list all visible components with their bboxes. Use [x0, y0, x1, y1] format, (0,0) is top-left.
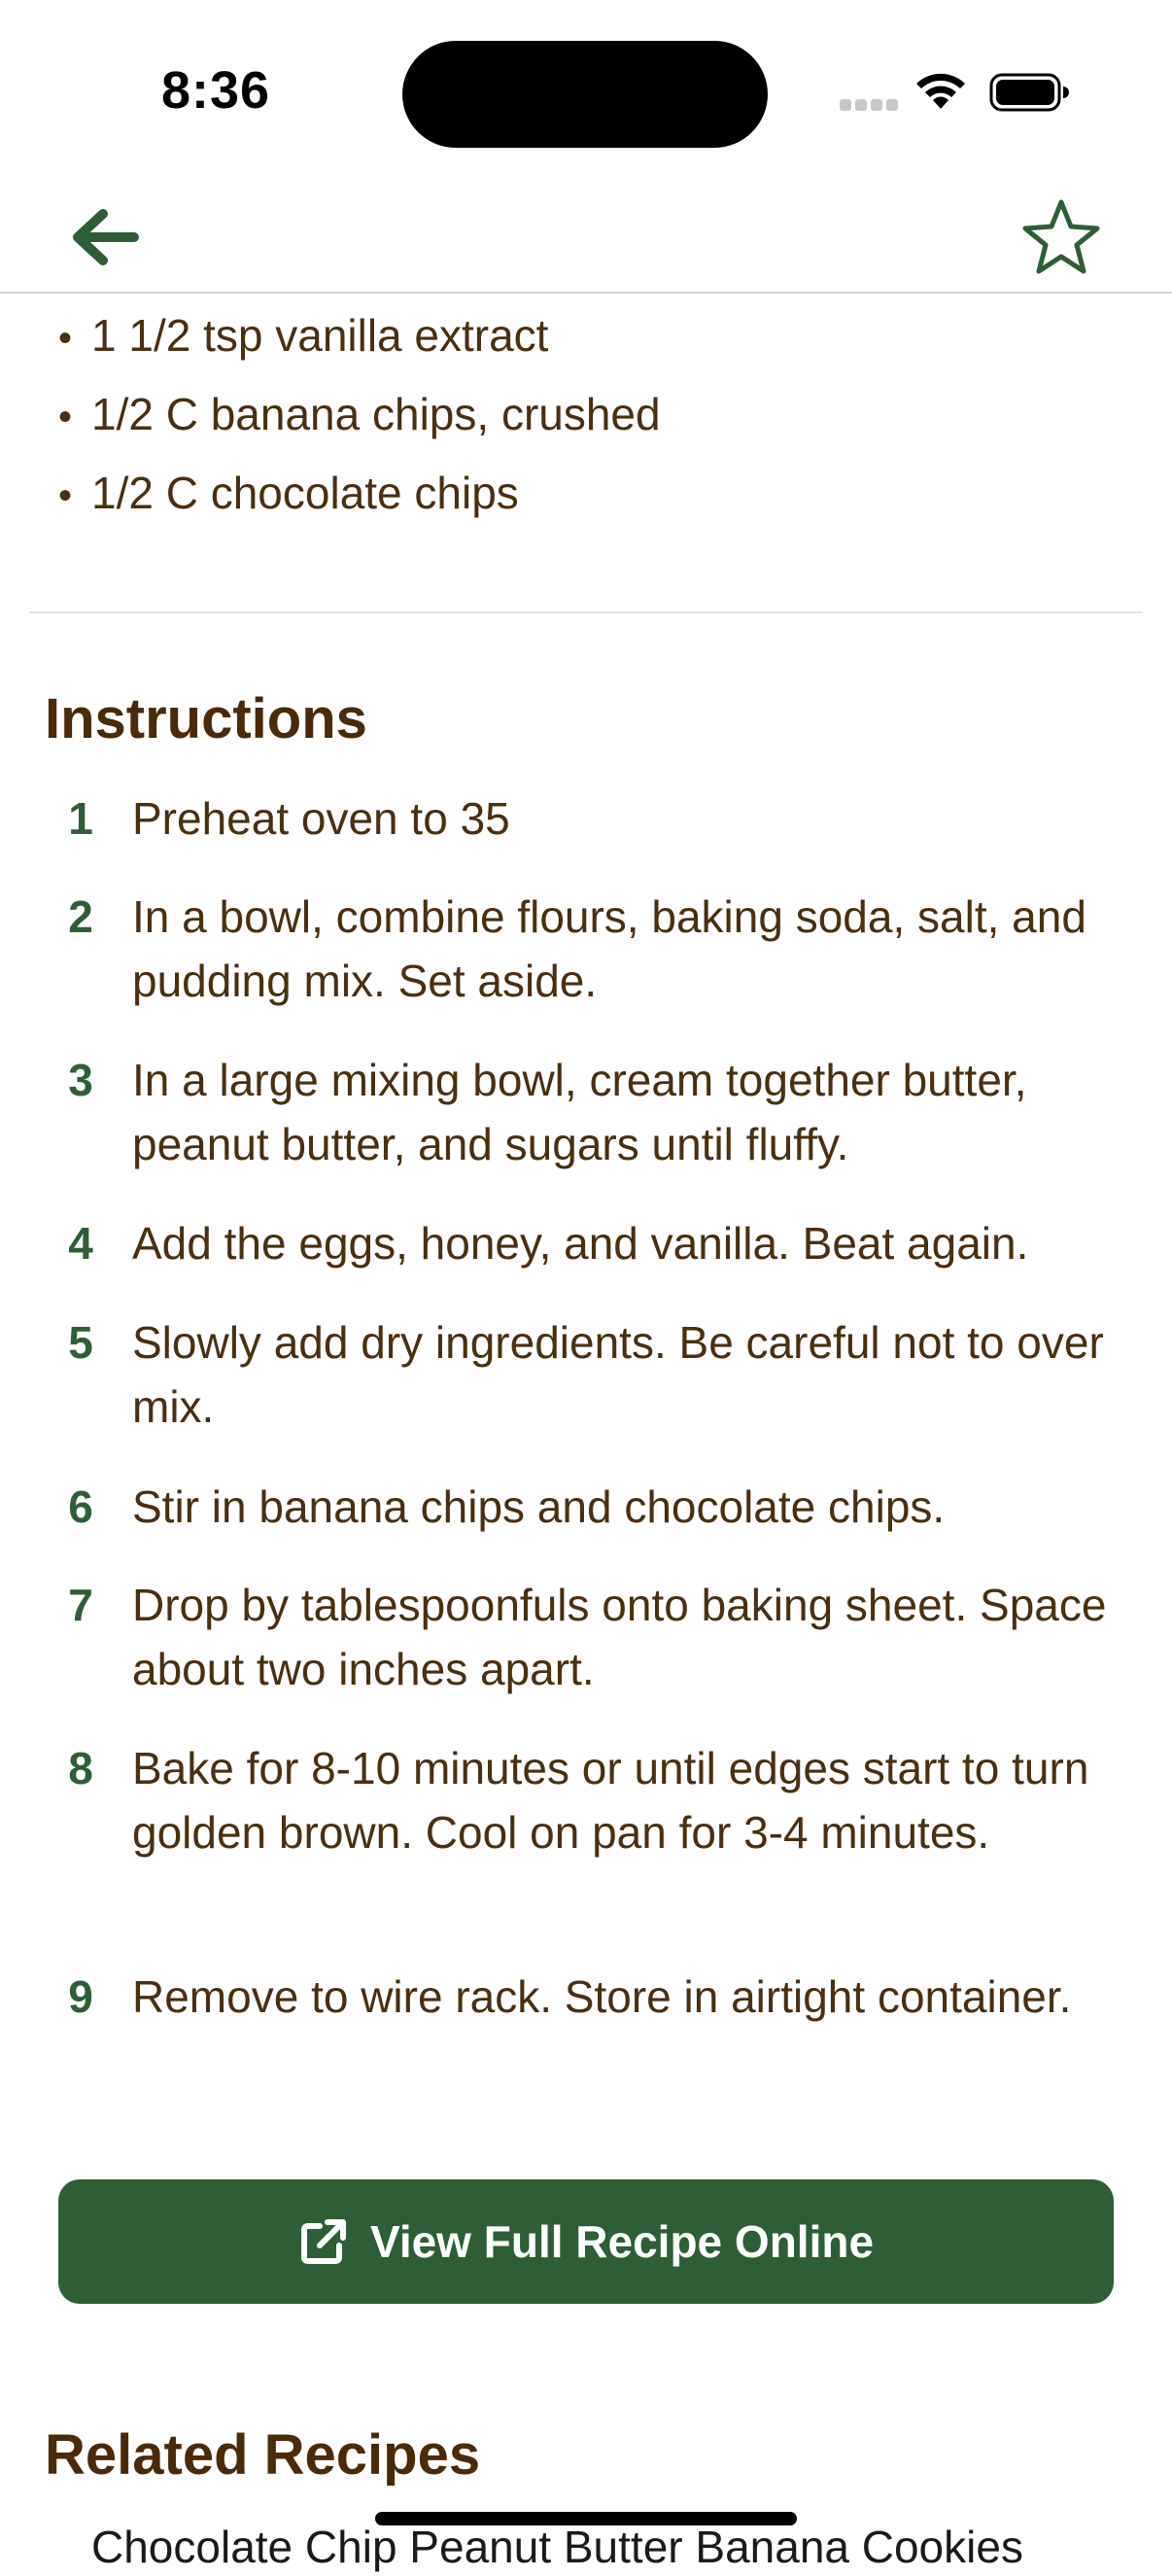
nav-bar — [0, 175, 1172, 294]
bullet: • — [58, 474, 73, 517]
step-number: 9 — [68, 1971, 93, 2022]
battery-icon — [989, 73, 1069, 112]
step-text: Preheat oven to 35 — [132, 793, 510, 844]
section-divider — [29, 611, 1143, 613]
home-indicator — [375, 2512, 797, 2525]
related-recipe-item[interactable]: Chocolate Chip Peanut Butter Banana Cook… — [91, 2518, 1023, 2576]
step-number: 6 — [68, 1481, 93, 1532]
cellular-signal-icon — [840, 99, 898, 111]
favorite-star-icon[interactable] — [1018, 194, 1104, 280]
step-number: 1 — [68, 793, 93, 844]
ingredient-text: 1/2 C chocolate chips — [91, 468, 519, 518]
step-text: In a bowl, combine flours, baking soda, … — [132, 891, 1086, 1006]
ingredient-item: • 1 1/2 tsp vanilla extract — [58, 306, 548, 367]
step-number: 5 — [68, 1317, 93, 1368]
step-text: Add the eggs, honey, and vanilla. Beat a… — [132, 1218, 1029, 1269]
bullet: • — [58, 396, 73, 438]
step-number: 4 — [68, 1218, 93, 1269]
step-text: Bake for 8-10 minutes or until edges sta… — [132, 1743, 1089, 1858]
step-text: In a large mixing bowl, cream together b… — [132, 1055, 1027, 1169]
ingredient-text: 1/2 C banana chips, crushed — [91, 389, 661, 439]
dynamic-island — [402, 41, 768, 148]
back-button[interactable] — [64, 196, 146, 278]
step-text: Stir in banana chips and chocolate chips… — [132, 1481, 946, 1532]
bullet: • — [58, 317, 73, 360]
step-text: Remove to wire rack. Store in airtight c… — [132, 1971, 1072, 2022]
step-number: 8 — [68, 1743, 93, 1793]
ingredient-text: 1 1/2 tsp vanilla extract — [91, 310, 549, 361]
wifi-icon — [916, 73, 965, 109]
step-number: 2 — [68, 891, 93, 942]
external-link-icon — [300, 2219, 346, 2264]
instructions-title: Instructions — [45, 687, 367, 750]
ingredient-item: • 1/2 C banana chips, crushed — [58, 385, 661, 446]
step-text: Slowly add dry ingredients. Be careful n… — [132, 1317, 1104, 1432]
status-bar: 8:36 — [0, 0, 1172, 175]
status-time: 8:36 — [161, 61, 271, 120]
step-number: 3 — [68, 1055, 93, 1105]
step-number: 7 — [68, 1580, 93, 1630]
view-full-recipe-online-button[interactable]: View Full Recipe Online — [58, 2179, 1114, 2304]
view-online-label: View Full Recipe Online — [369, 2216, 875, 2267]
related-recipes-title: Related Recipes — [45, 2423, 481, 2487]
step-text: Drop by tablespoonfuls onto baking sheet… — [132, 1580, 1107, 1694]
ingredient-item: • 1/2 C chocolate chips — [58, 464, 519, 525]
